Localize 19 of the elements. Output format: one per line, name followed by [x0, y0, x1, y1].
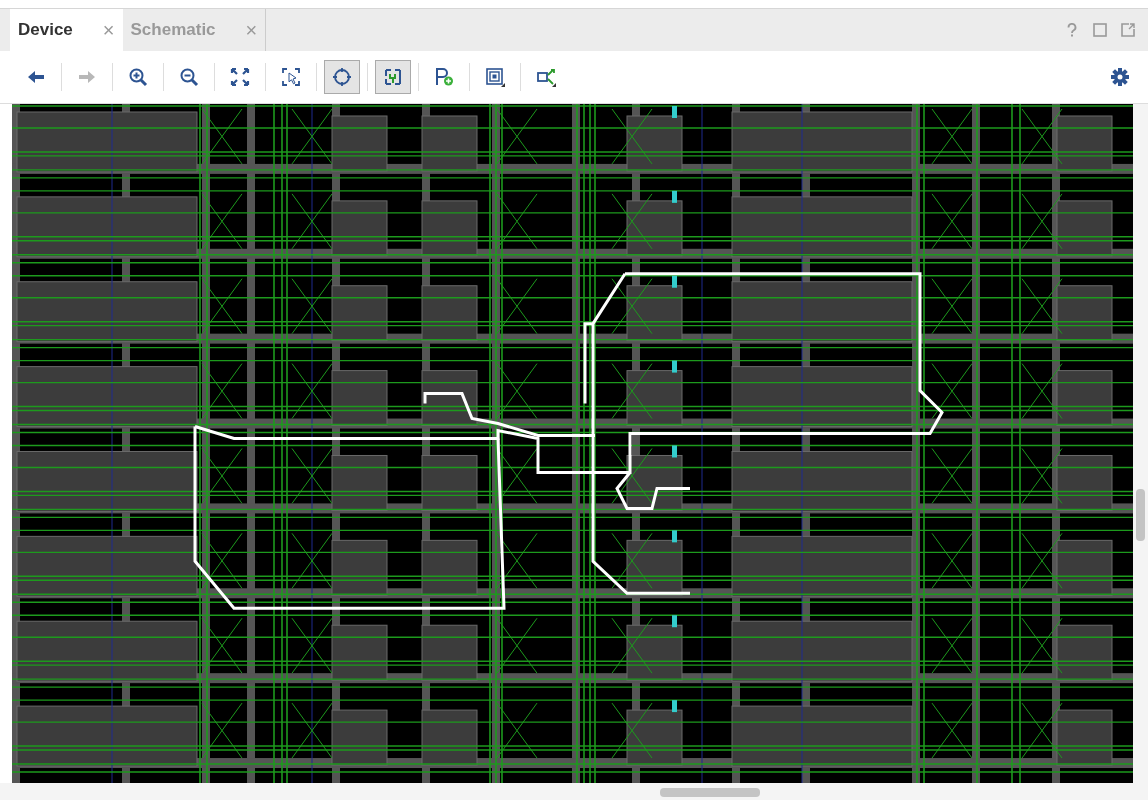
cursor-frame-icon [281, 67, 301, 87]
horizontal-scrollbar[interactable] [0, 783, 1148, 800]
routing-icon [383, 67, 403, 87]
crosshair-icon [332, 67, 352, 87]
zoom-in-icon [128, 67, 148, 87]
zoom-out-icon [179, 67, 199, 87]
square-arrows-icon [536, 67, 556, 87]
letter-p-plus-icon [434, 67, 454, 87]
panel-tab[interactable]: Device × [10, 9, 123, 51]
autofit-button[interactable] [324, 60, 360, 94]
settings-icon [1110, 67, 1130, 87]
vertical-scrollbar[interactable] [1133, 104, 1148, 783]
device-layout-drawing[interactable] [12, 104, 1133, 783]
expand-arrows-icon [230, 67, 250, 87]
close-icon[interactable]: × [245, 18, 258, 42]
routing-button[interactable] [375, 60, 411, 94]
close-icon[interactable]: × [102, 18, 115, 42]
panel-tab[interactable]: Schematic × [122, 9, 267, 51]
nested-squares-icon [485, 67, 505, 87]
